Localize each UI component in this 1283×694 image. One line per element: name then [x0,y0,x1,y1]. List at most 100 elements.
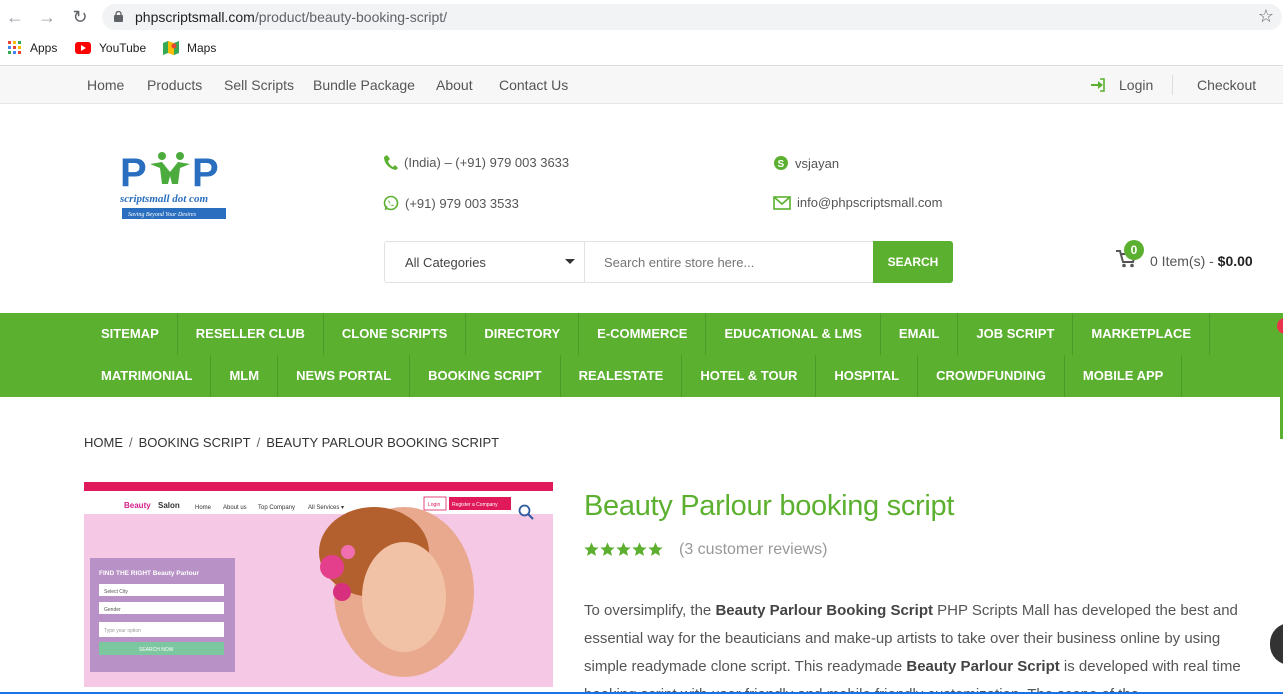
nav-products[interactable]: Products [147,77,202,93]
category-educational-lms[interactable]: EDUCATIONAL & LMS [706,313,881,355]
login-link[interactable]: Login [1119,77,1153,93]
category-sitemap[interactable]: SITEMAP [83,313,178,355]
svg-text:Register a Company: Register a Company [452,502,498,508]
star-icon [648,542,663,556]
svg-text:FIND THE RIGHT Beauty Parlour: FIND THE RIGHT Beauty Parlour [99,570,200,577]
email-link[interactable]: info@phpscriptsmall.com [797,195,942,210]
category-realestate[interactable]: REALESTATE [561,355,683,397]
nav-about[interactable]: About [436,77,473,93]
skype-text: vsjayan [795,155,840,171]
bookmark-maps[interactable]: Maps [163,41,216,55]
star-icon [616,542,631,556]
breadcrumb-home[interactable]: HOME [84,435,123,450]
search-bar: All Categories SEARCH [384,241,953,283]
bookmark-label: Maps [187,41,217,55]
breadcrumb-booking-script[interactable]: BOOKING SCRIPT [139,435,251,450]
svg-text:Type your option: Type your option [104,628,141,634]
bookmark-youtube[interactable]: YouTube [75,41,146,55]
svg-text:scriptsmall dot com: scriptsmall dot com [120,193,208,205]
svg-text:Top Company: Top Company [258,505,295,511]
back-arrow-icon[interactable]: ← [4,6,26,28]
lock-icon [114,11,123,22]
url-field[interactable]: phpscriptsmall.com/product/beauty-bookin… [102,4,1282,30]
svg-text:About us: About us [223,505,247,511]
nav-divider [1172,75,1173,95]
svg-text:P: P [120,151,147,195]
category-menu: SITEMAP RESELLER CLUB CLONE SCRIPTS DIRECTO… [0,313,1283,397]
rating-stars [584,542,663,557]
category-directory[interactable]: DIRECTORY [466,313,580,355]
category-crowdfunding[interactable]: CROWDFUNDING [918,355,1065,397]
svg-text:SEARCH NOW: SEARCH NOW [139,647,174,653]
reload-icon[interactable]: ↻ [69,6,91,28]
product-image[interactable]: Beauty Salon Home About us Top Company A… [84,482,553,687]
category-hospital[interactable]: HOSPITAL [816,355,919,397]
contact-email: info@phpscriptsmall.com [773,195,942,210]
customer-reviews-link[interactable]: (3 customer reviews) [679,541,827,559]
breadcrumb-separator: / [129,435,133,450]
svg-text:Saving Beyond Your Desires: Saving Beyond Your Desires [128,212,197,218]
maps-icon [163,41,179,55]
svg-text:Select City: Select City [104,589,128,595]
bookmarks-bar: Apps YouTube Maps [0,34,1283,66]
category-reseller-club[interactable]: RESELLER CLUB [178,313,324,355]
chat-widget-button[interactable] [1270,623,1283,665]
search-input[interactable] [586,242,873,282]
svg-text:Login: Login [428,502,440,508]
contact-phone-india: (India) – (+91) 979 003 3633 [384,155,569,170]
category-matrimonial[interactable]: MATRIMONIAL [83,355,212,397]
category-hotel-tour[interactable]: HOTEL & TOUR [682,355,817,397]
breadcrumb: HOME / BOOKING SCRIPT / BEAUTY PARLOUR B… [84,435,499,450]
svg-text:P: P [192,151,219,195]
nav-sell-scripts[interactable]: Sell Scripts [224,77,294,93]
cart-summary[interactable]: 0 Item(s) - $0.00 [1150,253,1253,269]
contact-whatsapp: (+91) 979 003 3533 [383,195,519,211]
bookmark-apps[interactable]: Apps [8,41,57,55]
product-title: Beauty Parlour booking script [584,490,955,522]
product-screenshot: Beauty Salon Home About us Top Company A… [84,482,553,687]
nav-bundle-package[interactable]: Bundle Package [313,77,415,93]
product-description: To oversimplify, the Beauty Parlour Book… [584,602,1241,694]
zoom-icon[interactable] [518,504,534,520]
svg-text:All Services ▾: All Services ▾ [308,505,344,511]
category-mlm[interactable]: MLM [211,355,279,397]
breadcrumb-current: BEAUTY PARLOUR BOOKING SCRIPT [266,435,500,450]
category-job-script[interactable]: JOB SCRIPT [958,313,1074,355]
phone-india-text: (India) – (+91) 979 003 3633 [404,155,570,170]
category-news-portal[interactable]: NEWS PORTAL [278,355,411,397]
youtube-icon [75,42,91,54]
bookmark-label: YouTube [99,41,147,55]
category-booking-script[interactable]: BOOKING SCRIPT [410,355,561,397]
cart-count-badge: 0 [1124,240,1144,260]
site-logo[interactable]: P P scriptsmall dot com Saving Beyond Yo… [120,150,228,222]
envelope-icon [773,195,791,210]
category-email[interactable]: EMAIL [881,313,959,355]
bookmark-label: Apps [30,41,58,55]
checkout-link[interactable]: Checkout [1197,77,1256,93]
phone-icon [384,155,398,170]
apps-grid-icon [8,41,21,54]
chevron-down-icon [565,259,575,264]
category-select-value: All Categories [405,255,486,270]
category-e-commerce[interactable]: E-COMMERCE [579,313,707,355]
svg-text:Gender: Gender [104,607,121,613]
category-marketplace[interactable]: MARKETPLACE [1073,313,1211,355]
login-icon [1091,78,1105,92]
skype-icon: S [774,156,788,170]
whatsapp-text: (+91) 979 003 3533 [405,195,519,211]
category-mobile-app[interactable]: MOBILE APP [1065,355,1183,397]
url-text: phpscriptsmall.com/product/beauty-bookin… [135,9,448,25]
category-select[interactable]: All Categories [385,242,585,282]
star-icon [600,542,615,556]
forward-arrow-icon[interactable]: → [36,6,58,28]
svg-text:Beauty: Beauty [124,501,151,510]
whatsapp-icon [383,195,399,211]
search-button[interactable]: SEARCH [873,241,953,283]
bookmark-star-icon[interactable]: ☆ [1258,6,1274,27]
star-icon [632,542,647,556]
nav-home[interactable]: Home [87,77,124,93]
category-clone-scripts[interactable]: CLONE SCRIPTS [324,313,467,355]
nav-contact-us[interactable]: Contact Us [499,77,568,93]
browser-address-bar: ← → ↻ phpscriptsmall.com/product/beauty-… [0,0,1283,34]
svg-text:Salon: Salon [158,501,180,510]
